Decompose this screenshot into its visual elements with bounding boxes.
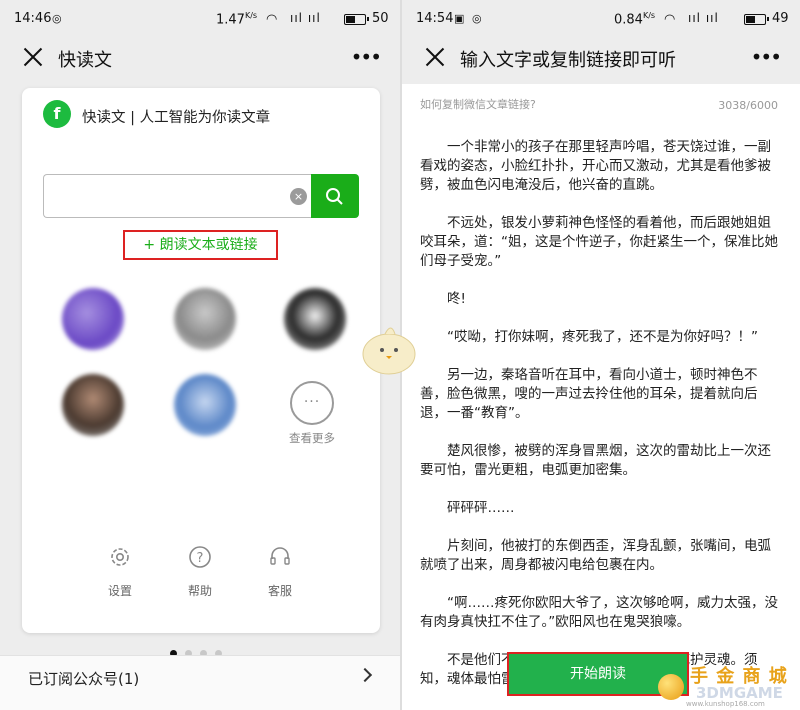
- left-phone-screen: 14:46 ◎ 1.47K/s ◠ ııl ııl 50 快读文 ••• f 快…: [0, 0, 400, 710]
- notification-icon: ◎: [52, 12, 62, 25]
- copy-link-help-link[interactable]: 如何复制微信文章链接?: [420, 96, 536, 112]
- article-paragraph: 另一边，秦珞音听在耳中，看向小道士，顿时神色不善，脸色微黑，嗖的一声过去拎住他的…: [420, 367, 758, 421]
- avatar[interactable]: [174, 374, 236, 436]
- help-icon[interactable]: ?: [188, 545, 212, 569]
- status-bar: 14:46 ◎ 1.47K/s ◠ ııl ııl 50: [0, 0, 400, 40]
- subscribed-accounts-row[interactable]: 已订阅公众号(1): [0, 655, 400, 710]
- gear-icon[interactable]: [108, 545, 132, 569]
- app-logo: f: [43, 100, 71, 128]
- right-phone-screen: 14:54 ▣ ◎ 0.84K/s ◠ ııl ııl 49 输入文字或复制链接…: [400, 0, 800, 710]
- chick-mascot-icon: [362, 327, 416, 375]
- main-card: f 快读文 | 人工智能为你读文章 × + 朗读文本或链接 ··· 查看更多 设…: [22, 88, 380, 633]
- article-text-area[interactable]: 一个非常小的孩子在那里轻声吟唱，苍天饶过谁，一副看戏的姿态，小脸红扑扑，开心而又…: [420, 138, 782, 708]
- wifi-icon: ◠: [664, 12, 676, 27]
- battery-level: 49: [772, 11, 789, 26]
- article-paragraph: “哎呦，打你妹啊，疼死我了，还不是为你好吗？！”: [447, 329, 758, 345]
- avatar[interactable]: [62, 288, 124, 350]
- settings-label[interactable]: 设置: [90, 582, 150, 599]
- article-paragraph: 不远处，银发小萝莉神色怪怪的看着他，而后跟她姐姐咬耳朵，道：“姐，这是个忤逆子，…: [420, 215, 778, 269]
- page-title: 输入文字或复制链接即可听: [460, 50, 676, 71]
- search-icon: [326, 188, 343, 205]
- see-more-label[interactable]: 查看更多: [279, 430, 345, 446]
- title-bar: 快读文 •••: [0, 40, 400, 80]
- help-label[interactable]: 帮助: [170, 582, 230, 599]
- close-icon[interactable]: [424, 46, 446, 68]
- wifi-icon: ◠: [266, 12, 278, 27]
- article-paragraph: 砰砰砰……: [447, 500, 515, 516]
- clear-icon[interactable]: ×: [290, 188, 307, 205]
- battery-icon: [344, 14, 369, 25]
- watermark-url: www.kunshop168.com: [686, 700, 765, 708]
- article-paragraph: 楚风很惨，被劈的浑身冒黑烟，这次的雷劫比上一次还要可怕，雷光更粗，电弧更加密集。: [420, 443, 771, 478]
- article-paragraph: 咚!: [447, 291, 466, 307]
- chevron-right-icon: [357, 667, 373, 683]
- avatar[interactable]: [174, 288, 236, 350]
- svg-text:?: ?: [197, 551, 204, 566]
- card-title: 快读文 | 人工智能为你读文章: [82, 110, 271, 126]
- search-button[interactable]: [311, 174, 359, 218]
- char-counter: 3038/6000: [718, 99, 778, 112]
- article-paragraph: 片刻间，他被打的东倒西歪，浑身乱颤，张嘴间，电弧就喷了出来，周身都被闪电给包裹在…: [420, 538, 771, 573]
- network-speed: 0.84K/s: [614, 11, 656, 28]
- watermark-ball-icon: [658, 674, 684, 700]
- more-icon[interactable]: •••: [751, 47, 782, 67]
- status-time: 14:54: [416, 11, 454, 26]
- read-text-link[interactable]: + 朗读文本或链接: [123, 230, 278, 260]
- watermark-logo: 手 金 商 城 3DMGAME www.kunshop168.com: [652, 662, 800, 708]
- status-bar: 14:54 ▣ ◎ 0.84K/s ◠ ııl ııl 49: [402, 0, 800, 40]
- status-time: 14:46: [14, 11, 52, 26]
- battery-icon: [744, 14, 769, 25]
- network-speed: 1.47K/s: [216, 11, 258, 28]
- article-paragraph: 一个非常小的孩子在那里轻声吟唱，苍天饶过谁，一副看戏的姿态，小脸红扑扑，开心而又…: [420, 139, 771, 193]
- battery-level: 50: [372, 11, 389, 26]
- signal-icon: ııl ııl: [290, 11, 321, 25]
- close-icon[interactable]: [22, 46, 44, 68]
- title-bar: 输入文字或复制链接即可听 •••: [402, 40, 800, 84]
- headset-icon[interactable]: [268, 545, 292, 569]
- see-more-icon[interactable]: ···: [290, 381, 334, 425]
- avatar[interactable]: [284, 288, 346, 350]
- service-label[interactable]: 客服: [250, 582, 310, 599]
- avatar[interactable]: [62, 374, 124, 436]
- search-input[interactable]: [43, 174, 311, 218]
- more-icon[interactable]: •••: [351, 47, 382, 67]
- article-paragraph: “啊……疼死你欧阳大爷了，这次够呛啊，威力太强，没有肉身真快扛不住了。”欧阳风也…: [420, 595, 778, 630]
- hint-row: 如何复制微信文章链接? 3038/6000: [402, 86, 800, 126]
- subscribed-label: 已订阅公众号(1): [28, 670, 140, 688]
- image-icon: ▣: [454, 12, 465, 25]
- signal-icon: ııl ııl: [688, 11, 719, 25]
- page-title: 快读文: [58, 50, 112, 71]
- notification-icon: ◎: [472, 12, 482, 25]
